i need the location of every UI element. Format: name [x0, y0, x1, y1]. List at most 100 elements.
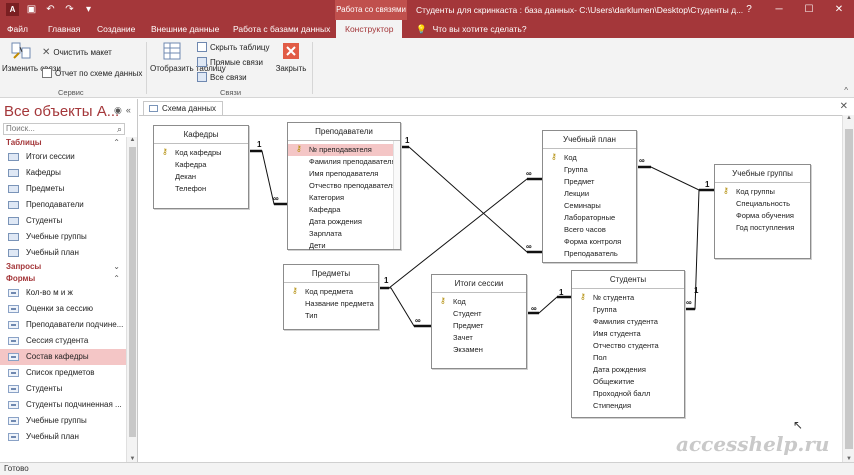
field-row[interactable]: Кафедра: [154, 159, 248, 171]
minimize-button[interactable]: ─: [764, 0, 794, 20]
nav-form-item[interactable]: Преподаватели подчине...: [0, 317, 126, 333]
nav-section-forms[interactable]: Формы ⌃: [0, 273, 126, 285]
table-title[interactable]: Кафедры: [154, 126, 248, 144]
nav-table-item[interactable]: Студенты: [0, 213, 126, 229]
field-row[interactable]: Кафедра: [288, 204, 400, 216]
table-title[interactable]: Итоги сессии: [432, 275, 526, 293]
table-itogi-sessii[interactable]: Итоги сессии Код Студент Предмет Зачет Э…: [431, 274, 527, 369]
search-icon[interactable]: ⌕: [117, 124, 122, 134]
field-row[interactable]: Тип: [284, 310, 378, 322]
field-row[interactable]: Дети: [288, 240, 400, 252]
scroll-up-icon[interactable]: ▲: [843, 115, 854, 121]
field-row[interactable]: Код: [432, 295, 526, 308]
field-row[interactable]: Форма контроля: [543, 236, 636, 248]
field-row[interactable]: Лабораторные: [543, 212, 636, 224]
field-row[interactable]: Экзамен: [432, 344, 526, 356]
tab-design[interactable]: Конструктор: [336, 20, 403, 38]
tab-home[interactable]: Главная: [48, 20, 80, 38]
nav-table-item[interactable]: Кафедры: [0, 165, 126, 181]
canvas-scrollbar[interactable]: ▲ ▼: [842, 115, 854, 462]
tab-external-data[interactable]: Внешние данные: [151, 20, 219, 38]
field-row[interactable]: Группа: [572, 304, 684, 316]
field-row[interactable]: Дата рождения: [288, 216, 400, 228]
all-relations-button[interactable]: Все связи: [197, 71, 247, 83]
edit-relations-button[interactable]: Изменить связи: [2, 40, 61, 73]
collapse-ribbon-icon[interactable]: ^: [844, 86, 848, 95]
table-title[interactable]: Преподаватели: [288, 123, 400, 141]
field-row[interactable]: Преподаватель: [543, 248, 636, 260]
nav-scroll-thumb[interactable]: [129, 147, 136, 437]
nav-table-item[interactable]: Учебный план: [0, 245, 126, 261]
clear-layout-button[interactable]: ✕ Очистить макет: [42, 46, 112, 58]
field-row[interactable]: Всего часов: [543, 224, 636, 236]
field-row[interactable]: № студента: [572, 291, 684, 304]
nav-menu-icon[interactable]: ◉: [114, 105, 122, 116]
field-row[interactable]: Фамилия студента: [572, 316, 684, 328]
nav-form-item[interactable]: Кол-во м и ж: [0, 285, 126, 301]
field-row[interactable]: Отчество студента: [572, 340, 684, 352]
field-row[interactable]: Предмет: [432, 320, 526, 332]
close-relations-button[interactable]: Закрыть: [273, 40, 309, 73]
save-icon[interactable]: ▣: [25, 3, 38, 16]
field-row[interactable]: Дата рождения: [572, 364, 684, 376]
nav-form-item[interactable]: Сессия студента: [0, 333, 126, 349]
scroll-up-icon[interactable]: ▲: [127, 137, 138, 143]
nav-form-item-selected[interactable]: Состав кафедры: [0, 349, 126, 365]
table-prepodavateli[interactable]: Преподаватели № преподавателя Фамилия пр…: [287, 122, 401, 250]
direct-relations-button[interactable]: Прямые связи: [197, 56, 263, 68]
nav-form-item[interactable]: Оценки за сессию: [0, 301, 126, 317]
field-row[interactable]: Форма обучения: [715, 210, 810, 222]
nav-search-input[interactable]: Поиск... ⌕: [3, 123, 125, 135]
field-row[interactable]: Зачет: [432, 332, 526, 344]
close-button[interactable]: ✕: [824, 0, 854, 20]
nav-form-item[interactable]: Студенты: [0, 381, 126, 397]
relation-report-button[interactable]: Отчет по схеме данных: [42, 67, 142, 79]
field-row[interactable]: Лекции: [543, 188, 636, 200]
field-row[interactable]: Общежитие: [572, 376, 684, 388]
chevron-up-icon[interactable]: ⌃: [113, 273, 120, 285]
help-icon[interactable]: ?: [734, 0, 764, 20]
field-row[interactable]: Декан: [154, 171, 248, 183]
nav-section-queries[interactable]: Запросы ⌄: [0, 261, 126, 273]
field-row[interactable]: Зарплата: [288, 228, 400, 240]
table-title[interactable]: Студенты: [572, 271, 684, 289]
relationships-canvas[interactable]: 1 ∞ 1 ∞ ∞ 1 1 ∞ ∞ ∞ 1 ∞ 1 Кафедры Код ка…: [139, 115, 842, 462]
field-row[interactable]: Предмет: [543, 176, 636, 188]
nav-form-item[interactable]: Учебные группы: [0, 413, 126, 429]
chevron-up-icon[interactable]: ⌃: [113, 137, 120, 149]
field-row[interactable]: Стипендия: [572, 400, 684, 412]
tab-file[interactable]: Файл: [7, 20, 28, 38]
field-row[interactable]: Студент: [432, 308, 526, 320]
tab-create[interactable]: Создание: [97, 20, 135, 38]
tab-database-tools[interactable]: Работа с базами данных: [233, 20, 330, 38]
table-title[interactable]: Предметы: [284, 265, 378, 283]
table-uchebny-plan[interactable]: Учебный план Код Группа Предмет Лекции С…: [542, 130, 637, 263]
redo-icon[interactable]: ↷: [63, 3, 76, 16]
field-row[interactable]: Категория: [288, 192, 400, 204]
nav-table-item[interactable]: Преподаватели: [0, 197, 126, 213]
field-row[interactable]: Семинары: [543, 200, 636, 212]
show-table-button[interactable]: Отобразить таблицу: [150, 40, 226, 73]
nav-scrollbar[interactable]: ▲ ▼: [126, 137, 137, 462]
canvas-scroll-thumb[interactable]: [845, 129, 853, 449]
qat-dropdown-icon[interactable]: ▾: [82, 3, 95, 16]
field-row[interactable]: Код: [543, 151, 636, 164]
table-studenty[interactable]: Студенты № студента Группа Фамилия студе…: [571, 270, 685, 418]
field-row[interactable]: Проходной балл: [572, 388, 684, 400]
field-row[interactable]: Пол: [572, 352, 684, 364]
field-row[interactable]: Фамилия преподавателя: [288, 156, 400, 168]
hide-table-button[interactable]: Скрыть таблицу: [197, 41, 270, 53]
field-row[interactable]: Имя преподавателя: [288, 168, 400, 180]
nav-form-item[interactable]: Студенты подчиненная ...: [0, 397, 126, 413]
close-document-icon[interactable]: ✕: [840, 101, 848, 112]
table-kafedry[interactable]: Кафедры Код кафедры Кафедра Декан Телефо…: [153, 125, 249, 209]
nav-table-item[interactable]: Итоги сессии: [0, 149, 126, 165]
nav-table-item[interactable]: Предметы: [0, 181, 126, 197]
field-row[interactable]: Группа: [543, 164, 636, 176]
table-predmety[interactable]: Предметы Код предмета Название предмета …: [283, 264, 379, 330]
undo-icon[interactable]: ↶: [44, 3, 57, 16]
field-row[interactable]: Код предмета: [284, 285, 378, 298]
table-title[interactable]: Учебные группы: [715, 165, 810, 183]
nav-section-tables[interactable]: Таблицы ⌃: [0, 137, 126, 149]
field-row[interactable]: Имя студента: [572, 328, 684, 340]
